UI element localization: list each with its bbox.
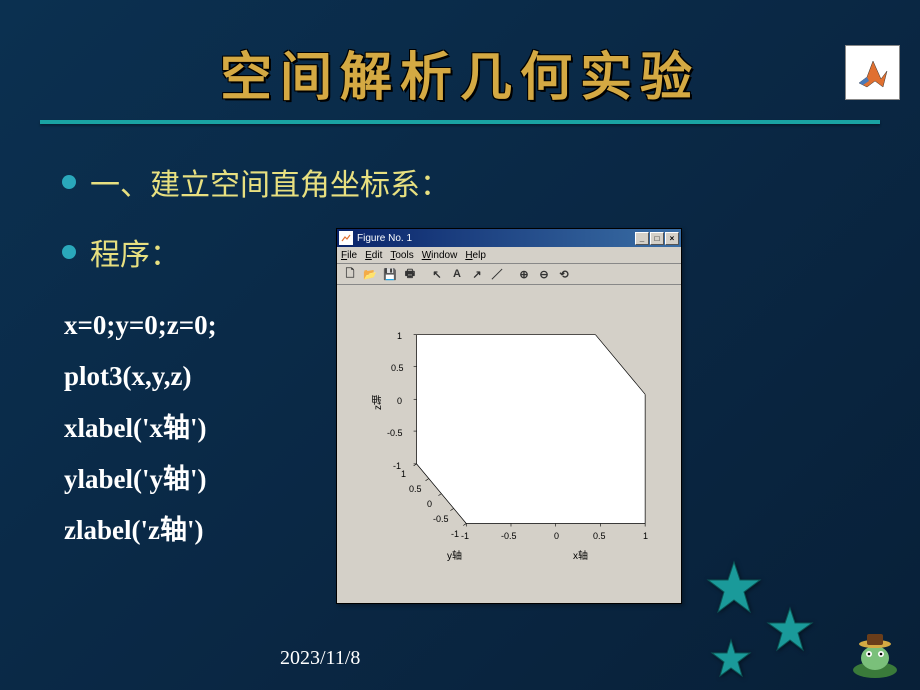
print-icon[interactable]: 🖶 [401, 265, 419, 283]
title-underline [40, 120, 880, 124]
menu-help[interactable]: Help [465, 250, 486, 261]
bullet-item: 一、建立空间直角坐标系： [62, 160, 562, 204]
z-tick: 0.5 [391, 363, 404, 373]
decorative-clipart-icon [845, 630, 905, 680]
close-button[interactable]: × [665, 232, 679, 245]
axes-3d-plot [337, 285, 681, 603]
figure-app-icon [339, 231, 353, 245]
bullet-text: 一、建立空间直角坐标系： [90, 160, 450, 204]
y-tick: 0 [427, 499, 432, 509]
z-tick: 1 [397, 331, 402, 341]
figure-menubar: File Edit Tools Window Help [337, 247, 681, 263]
slide-title: 空间解析几何实验 [0, 0, 920, 110]
line-tool-icon[interactable]: ／ [488, 265, 506, 283]
x-axis-label: x轴 [573, 547, 588, 562]
save-icon[interactable]: 💾 [381, 265, 399, 283]
zoom-in-icon[interactable]: ⊕ [515, 265, 533, 283]
text-tool-icon[interactable]: A [448, 265, 466, 283]
z-tick: 0 [397, 396, 402, 406]
figure-canvas: 1 0.5 0 -0.5 -1 1 0.5 0 -0.5 -1 -1 -0.5 … [337, 285, 681, 603]
menu-tools[interactable]: Tools [390, 250, 413, 261]
y-tick: -0.5 [433, 514, 449, 524]
matlab-logo-icon [845, 45, 900, 100]
arrow-annotation-icon[interactable]: ↗ [468, 265, 486, 283]
y-tick: 0.5 [409, 484, 422, 494]
figure-titlebar: Figure No. 1 _ □ × [337, 229, 681, 247]
bullet-dot-icon [62, 175, 76, 189]
x-tick: 0.5 [593, 531, 606, 541]
rotate-icon[interactable]: ⟲ [555, 265, 573, 283]
star-icon [706, 560, 762, 621]
star-icon [766, 606, 814, 659]
menu-edit[interactable]: Edit [365, 250, 382, 261]
y-tick: -1 [451, 529, 459, 539]
figure-toolbar: 🗋 📂 💾 🖶 ↖ A ↗ ／ ⊕ ⊖ ⟲ [337, 263, 681, 285]
z-tick: -1 [393, 461, 401, 471]
z-tick: -0.5 [387, 428, 403, 438]
menu-file[interactable]: File [341, 250, 357, 261]
star-icon [710, 638, 752, 685]
maximize-button[interactable]: □ [650, 232, 664, 245]
minimize-button[interactable]: _ [635, 232, 649, 245]
bullet-dot-icon [62, 245, 76, 259]
figure-title: Figure No. 1 [357, 233, 634, 244]
menu-window[interactable]: Window [422, 250, 458, 261]
y-tick: 1 [401, 469, 406, 479]
bullet-text: 程序： [90, 230, 180, 274]
y-axis-label: y轴 [447, 547, 462, 562]
open-icon[interactable]: 📂 [361, 265, 379, 283]
new-icon[interactable]: 🗋 [341, 265, 359, 283]
x-tick: 0 [554, 531, 559, 541]
x-tick: 1 [643, 531, 648, 541]
arrow-icon[interactable]: ↖ [428, 265, 446, 283]
matlab-figure-window: Figure No. 1 _ □ × File Edit Tools Windo… [336, 228, 682, 604]
z-axis-label: z轴 [371, 395, 386, 410]
zoom-out-icon[interactable]: ⊖ [535, 265, 553, 283]
slide-date: 2023/11/8 [280, 647, 360, 670]
x-tick: -1 [461, 531, 469, 541]
x-tick: -0.5 [501, 531, 517, 541]
